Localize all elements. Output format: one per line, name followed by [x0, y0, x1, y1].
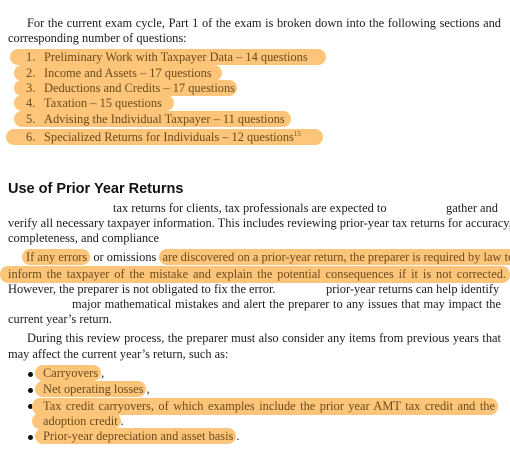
para1-line-2: verify all necessary taxpayer informatio…: [8, 216, 510, 230]
list-number: 4.: [26, 96, 36, 110]
list-text: Taxation – 15 questions: [44, 96, 162, 110]
para2-line-2: inform the taxpayer of the mistake and e…: [0, 266, 510, 283]
list-text: Preliminary Work with Taxpayer Data – 14…: [44, 50, 308, 64]
highlight: Net operating losses: [35, 381, 147, 397]
para2-line-4: major mathematical mistakes and alert th…: [72, 297, 501, 311]
list-text: Income and Assets – 17 questions: [44, 66, 212, 80]
section-heading: Use of Prior Year Returns: [8, 181, 184, 197]
highlight: are discovered on a prior-year return, t…: [159, 249, 510, 265]
punct: ,: [101, 366, 105, 380]
list-item: 5. Advising the Individual Taxpayer – 11 …: [14, 111, 291, 127]
para3-line-2: may affect the current year’s return, su…: [8, 347, 229, 361]
list-item: 1. Preliminary Work with Taxpayer Data – …: [10, 49, 326, 65]
bullet-icon: [28, 435, 33, 440]
list-item: 3. Deductions and Credits – 17 questions: [14, 80, 238, 96]
list-number: 1.: [26, 50, 36, 64]
list-number: 2.: [26, 66, 36, 80]
para1-line-1a: tax returns for clients, tax professiona…: [113, 201, 387, 215]
para2-line-5: current year’s return.: [8, 312, 113, 326]
para1-line-3: completeness, and compliance: [8, 231, 160, 245]
para1-line-1b: gather and: [446, 201, 498, 215]
highlight: Carryovers: [35, 365, 102, 381]
para2-line-3a: However, the preparer is not obligated t…: [8, 282, 276, 296]
list-item: Prior-year depreciation and asset basis.: [35, 428, 240, 444]
list-item: 2. Income and Assets – 17 questions: [14, 65, 222, 81]
para2-line-3b: prior-year returns can help identify: [326, 282, 500, 296]
highlight: If any errors: [22, 249, 91, 265]
list-item: Carryovers,: [35, 365, 105, 381]
intro-line-1: For the current exam cycle, Part 1 of th…: [27, 16, 501, 30]
punct: .: [120, 414, 124, 428]
highlight: inform the taxpayer of the mistake and e…: [0, 266, 510, 283]
list-number: 3.: [26, 81, 36, 95]
bullet-icon: [28, 372, 33, 377]
bullet-icon: [28, 388, 33, 393]
list-text: Specialized Returns for Individuals – 12…: [44, 130, 294, 145]
highlight: Prior-year depreciation and asset basis: [35, 428, 237, 444]
list-item: Net operating losses,: [35, 381, 150, 397]
punct: ,: [146, 382, 150, 396]
highlight: adoption credit: [32, 413, 121, 429]
intro-line-2: corresponding number of questions:: [8, 31, 187, 45]
text: or omissions: [93, 250, 157, 264]
list-item: 6. Specialized Returns for Individuals – …: [6, 127, 323, 146]
list-text: Advising the Individual Taxpayer – 11 qu…: [44, 112, 285, 126]
footnote-ref[interactable]: 15: [294, 130, 301, 138]
list-number: 6.: [26, 130, 36, 145]
punct: .: [236, 429, 240, 443]
list-text: Deductions and Credits – 17 questions: [44, 81, 236, 95]
list-item-cont: adoption credit.: [32, 413, 124, 429]
para3-line-1: During this review process, the preparer…: [27, 331, 501, 345]
para2-line-1: If any errors or omissions are discovere…: [22, 249, 510, 265]
list-item: 4. Taxation – 15 questions: [14, 95, 174, 111]
list-number: 5.: [26, 112, 36, 126]
